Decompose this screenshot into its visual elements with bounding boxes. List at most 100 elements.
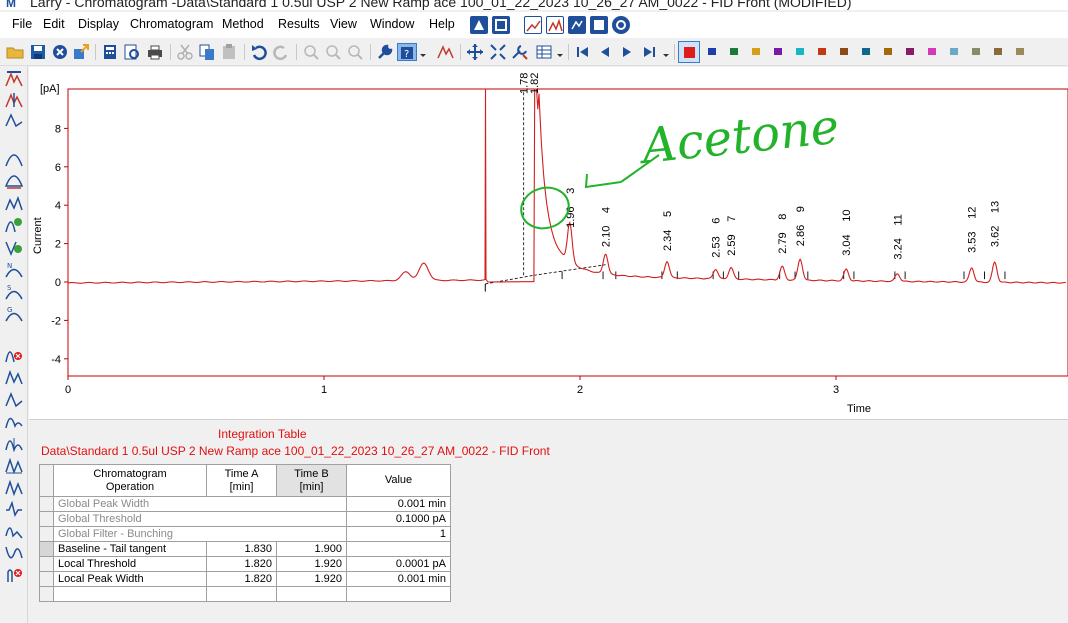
column-header-operation[interactable]: Chromatogram Operation xyxy=(53,464,207,497)
color-swatch-pink[interactable] xyxy=(928,48,936,55)
method-icon[interactable] xyxy=(568,16,586,34)
row-header[interactable] xyxy=(39,556,54,572)
operation-cell[interactable]: Local Threshold xyxy=(53,556,207,572)
wrench-icon[interactable] xyxy=(376,43,394,61)
peak-split-icon[interactable] xyxy=(5,91,23,109)
close-circle-icon[interactable] xyxy=(51,43,69,61)
table-row[interactable]: Global Filter - Bunching 1 xyxy=(39,526,451,542)
value-cell[interactable]: 0.001 min xyxy=(346,496,451,512)
print-preview-icon[interactable] xyxy=(123,43,141,61)
row-header[interactable] xyxy=(39,496,54,512)
color-swatch-tan[interactable] xyxy=(994,48,1002,55)
peak-icon[interactable] xyxy=(437,43,455,61)
menu-chromatogram[interactable]: Chromatogram xyxy=(130,17,213,31)
operation-cell[interactable]: Global Filter - Bunching xyxy=(53,526,347,542)
menu-edit[interactable]: Edit xyxy=(43,17,65,31)
operation-cell[interactable]: Local Peak Width xyxy=(53,571,207,587)
table-row[interactable]: Global Threshold 0.1000 pA xyxy=(39,511,451,527)
table-dropdown-arrow-icon[interactable] xyxy=(556,43,564,61)
menu-file[interactable]: File xyxy=(12,17,32,31)
next-icon[interactable] xyxy=(618,43,636,61)
menu-display[interactable]: Display xyxy=(78,17,119,31)
integration-table[interactable]: Chromatogram Operation Time A [min] Time B… xyxy=(39,464,451,602)
operation-cell[interactable]: Global Peak Width xyxy=(53,496,347,512)
navigation-dropdown-arrow-icon[interactable] xyxy=(662,43,670,61)
table-row[interactable]: Local Threshold 1.820 1.920 0.0001 pA xyxy=(39,556,451,572)
menu-view[interactable]: View xyxy=(330,17,357,31)
drop-icon[interactable] xyxy=(5,434,23,452)
save-icon[interactable] xyxy=(29,43,47,61)
smooth-icon[interactable] xyxy=(5,544,23,562)
time-b-cell[interactable]: 1.920 xyxy=(276,571,347,587)
time-a-cell[interactable]: 1.830 xyxy=(206,541,277,557)
time-a-cell[interactable] xyxy=(206,586,277,602)
operation-cell[interactable] xyxy=(53,586,207,602)
skim-icon[interactable] xyxy=(5,412,23,430)
fit-icon[interactable] xyxy=(489,43,507,61)
value-cell[interactable]: 0.0001 pA xyxy=(346,556,451,572)
color-swatch-gold[interactable] xyxy=(752,48,760,55)
last-icon[interactable] xyxy=(640,43,658,61)
time-a-cell[interactable]: 1.820 xyxy=(206,556,277,572)
color-swatch-khaki[interactable] xyxy=(1016,48,1024,55)
value-cell[interactable]: 1 xyxy=(346,526,451,542)
color-swatch-plum[interactable] xyxy=(906,48,914,55)
color-swatch-ochre[interactable] xyxy=(884,48,892,55)
g-peak-icon[interactable]: G xyxy=(5,304,23,322)
time-b-cell[interactable] xyxy=(276,586,347,602)
chart-line-icon[interactable] xyxy=(524,16,542,34)
table-row[interactable]: Local Peak Width 1.820 1.920 0.001 min xyxy=(39,571,451,587)
color-swatch-orange[interactable] xyxy=(818,48,826,55)
table-dropdown-icon[interactable] xyxy=(535,43,553,61)
row-header[interactable] xyxy=(39,511,54,527)
peak-add-3-icon[interactable] xyxy=(5,194,23,212)
zoom-in-icon[interactable] xyxy=(302,43,320,61)
zoom-reset-icon[interactable] xyxy=(346,43,364,61)
move-icon[interactable] xyxy=(466,43,484,61)
peak-mark-2-icon[interactable] xyxy=(5,238,23,256)
row-header[interactable] xyxy=(39,571,54,587)
time-b-cell[interactable]: 1.920 xyxy=(276,556,347,572)
peak-add-icon[interactable] xyxy=(5,150,23,168)
color-swatch-olive[interactable] xyxy=(972,48,980,55)
value-cell[interactable]: 0.1000 pA xyxy=(346,511,451,527)
redo-icon[interactable] xyxy=(272,43,290,61)
column-header-value[interactable]: Value xyxy=(346,464,451,497)
baseline-icon[interactable] xyxy=(5,112,23,130)
color-swatch-brown[interactable] xyxy=(840,48,848,55)
chromatogram-chart[interactable]: [pA] Current Time 86420-2-4 0123 1.7811.… xyxy=(29,67,1068,419)
color-red-selected-button[interactable] xyxy=(678,41,700,63)
copy-icon[interactable] xyxy=(198,43,216,61)
chart-peak-icon[interactable] xyxy=(546,16,564,34)
peak-add-2-icon[interactable] xyxy=(5,172,23,190)
cut-icon[interactable] xyxy=(176,43,194,61)
report-icon[interactable] xyxy=(470,16,488,34)
table-row[interactable]: Baseline - Tail tangent 1.830 1.900 xyxy=(39,541,451,557)
help-dropdown-icon[interactable]: ? xyxy=(397,43,417,61)
color-swatch-green[interactable] xyxy=(730,48,738,55)
bunching-icon[interactable] xyxy=(5,522,23,540)
time-b-cell[interactable]: 1.900 xyxy=(276,541,347,557)
value-cell[interactable] xyxy=(346,541,451,557)
reject-icon[interactable] xyxy=(5,566,23,584)
operation-cell[interactable]: Global Threshold xyxy=(53,511,347,527)
previous-icon[interactable] xyxy=(596,43,614,61)
time-a-cell[interactable]: 1.820 xyxy=(206,571,277,587)
threshold-icon[interactable] xyxy=(5,478,23,496)
peak-width-icon[interactable] xyxy=(5,456,23,474)
menu-window[interactable]: Window xyxy=(370,17,414,31)
row-header[interactable] xyxy=(39,541,54,557)
print-icon[interactable] xyxy=(146,43,164,61)
row-header[interactable] xyxy=(39,586,54,602)
value-cell[interactable] xyxy=(346,586,451,602)
color-swatch-cyan[interactable] xyxy=(796,48,804,55)
first-icon[interactable] xyxy=(574,43,592,61)
status-icon[interactable] xyxy=(590,16,608,34)
menu-results[interactable]: Results xyxy=(278,17,320,31)
paste-icon[interactable] xyxy=(220,43,238,61)
peak-mark-icon[interactable] xyxy=(5,216,23,234)
value-cell[interactable]: 0.001 min xyxy=(346,571,451,587)
table-row[interactable]: Global Peak Width 0.001 min xyxy=(39,496,451,512)
row-header[interactable] xyxy=(39,526,54,542)
open-folder-icon[interactable] xyxy=(6,43,24,61)
